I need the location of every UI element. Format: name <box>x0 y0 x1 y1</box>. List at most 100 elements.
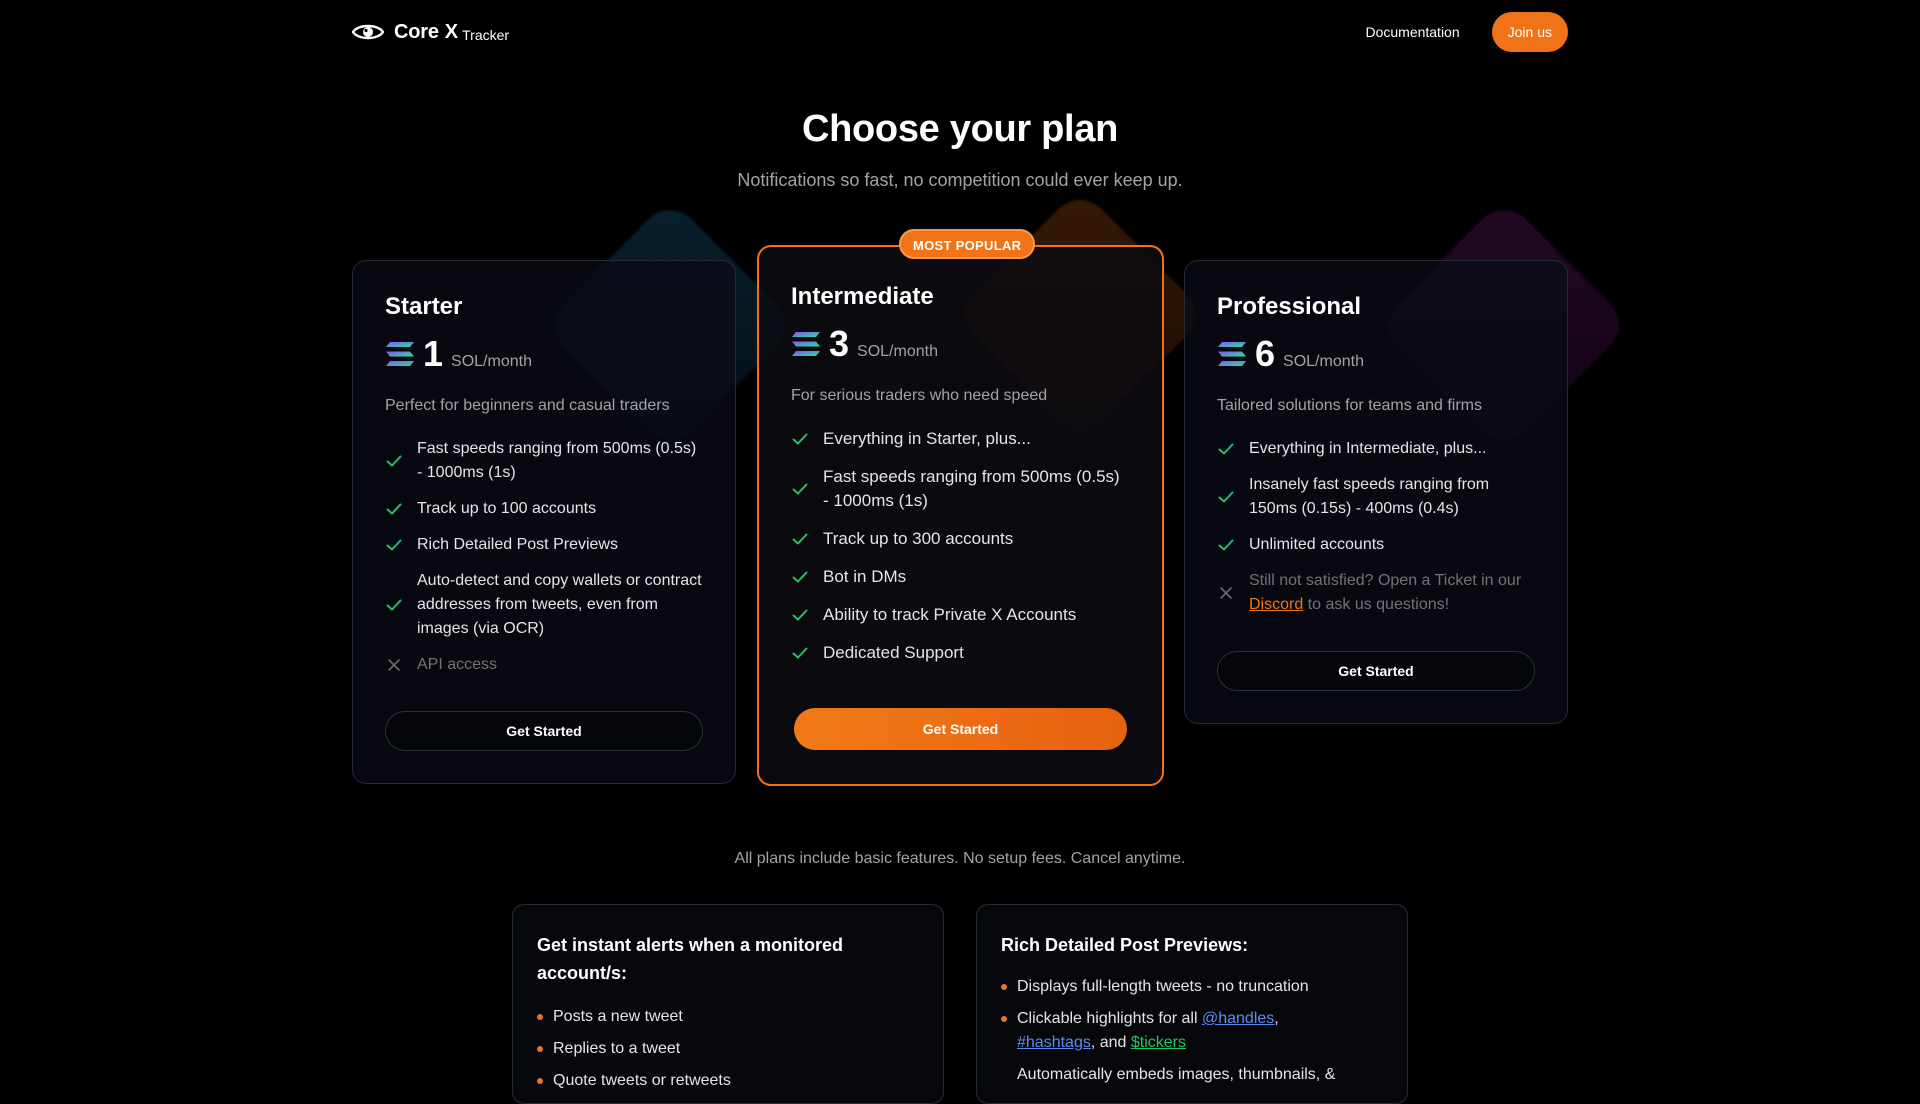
list-item: Replies to a tweet <box>537 1037 919 1061</box>
site-header: Core X Tracker Documentation Join us <box>352 12 1568 52</box>
feature-item: Insanely fast speeds ranging from 150ms … <box>1217 473 1535 521</box>
discord-link[interactable]: Discord <box>1249 596 1303 613</box>
brand-name-core: Core <box>394 20 439 43</box>
list-item-text: Replies to a tweet <box>553 1040 681 1057</box>
feature-text: Still not satisfied? Open a Ticket in ou… <box>1249 569 1535 617</box>
plan-card-starter: Starter 1 SOL/month Perfect for beginner… <box>352 260 736 784</box>
bullet-icon <box>1001 1016 1007 1022</box>
page-title: Choose your plan <box>801 108 1119 150</box>
plan-description: Perfect for beginners and casual traders <box>385 397 670 414</box>
handles-link[interactable]: @handles <box>1202 1010 1274 1027</box>
price-row: 3 SOL/month <box>791 323 1130 365</box>
list-item: Automatically embeds images, thumbnails,… <box>1001 1063 1383 1087</box>
info-list: Posts a new tweet Replies to a tweet Quo… <box>537 1005 919 1101</box>
feature-item: Auto-detect and copy wallets or contract… <box>385 569 703 641</box>
brand-logo[interactable]: Core X Tracker <box>352 21 509 44</box>
feature-item: Fast speeds ranging from 500ms (0.5s) - … <box>791 465 1130 513</box>
info-card-title: Get instant alerts when a monitored acco… <box>537 935 844 983</box>
feature-item: Bot in DMs <box>791 565 1130 589</box>
list-item-text: Displays full-length tweets - no truncat… <box>1017 978 1309 995</box>
plans-footer-note: All plans include basic features. No set… <box>734 850 1186 867</box>
separator-text: , and <box>1090 1034 1131 1051</box>
ticket-text-after: to ask us questions! <box>1303 596 1450 613</box>
check-icon <box>385 536 403 554</box>
list-item: Posts a new tweet <box>537 1005 919 1029</box>
highlights-text: Clickable highlights for all <box>1017 1010 1202 1027</box>
check-icon <box>385 452 403 470</box>
feature-text: Rich Detailed Post Previews <box>417 536 618 553</box>
list-item-text: Automatically embeds images, thumbnails,… <box>1017 1066 1336 1083</box>
check-icon <box>791 480 809 498</box>
feature-text: Fast speeds ranging from 500ms (0.5s) - … <box>823 467 1120 510</box>
check-icon <box>385 596 403 614</box>
get-started-button-intermediate[interactable]: Get Started <box>794 708 1127 750</box>
plan-description: For serious traders who need speed <box>791 387 1048 404</box>
solana-icon <box>386 342 414 366</box>
brand-name-tracker: Tracker <box>462 26 510 43</box>
x-icon <box>385 656 403 674</box>
info-card-previews: Rich Detailed Post Previews: Displays fu… <box>976 904 1408 1104</box>
ticket-text-before: Still not satisfied? Open a Ticket in ou… <box>1249 572 1522 589</box>
hashtags-link[interactable]: #hashtags <box>1017 1034 1091 1051</box>
list-item: Clickable highlights for all @handles, #h… <box>1001 1007 1383 1055</box>
price-unit: SOL/month <box>451 353 532 370</box>
feature-item: Everything in Starter, plus... <box>791 427 1130 451</box>
feature-text: Dedicated Support <box>823 643 964 662</box>
join-us-button[interactable]: Join us <box>1491 12 1568 52</box>
feature-item: Rich Detailed Post Previews <box>385 533 703 557</box>
page-subtitle: Notifications so fast, no competition co… <box>737 170 1183 190</box>
check-icon <box>791 606 809 624</box>
list-item-text: Posts a new tweet <box>553 1008 683 1025</box>
feature-item: Track up to 100 accounts <box>385 497 703 521</box>
top-nav: Documentation Join us <box>1365 12 1568 52</box>
price-row: 6 SOL/month <box>1217 333 1535 375</box>
price-unit: SOL/month <box>857 343 938 360</box>
x-icon <box>1217 584 1235 602</box>
plan-card-intermediate: MOST POPULAR Intermediate 3 SOL/month Fo… <box>757 229 1164 786</box>
solana-icon <box>1218 342 1246 366</box>
feature-text: Track up to 300 accounts <box>823 529 1014 548</box>
check-icon <box>791 644 809 662</box>
get-started-button-starter[interactable]: Get Started <box>385 711 703 751</box>
solana-icon <box>792 332 820 356</box>
list-item-text: Clickable highlights for all @handles, #h… <box>1017 1007 1279 1055</box>
check-icon <box>385 500 403 518</box>
feature-text: Track up to 100 accounts <box>417 500 597 517</box>
feature-item-disabled: API access <box>385 653 703 677</box>
info-card-alerts: Get instant alerts when a monitored acco… <box>512 904 944 1104</box>
list-item: Quote tweets or retweets <box>537 1069 919 1093</box>
plan-name: Intermediate <box>791 283 934 310</box>
feature-text: Unlimited accounts <box>1249 536 1385 553</box>
feature-text: Ability to track Private X Accounts <box>823 605 1077 624</box>
check-icon <box>1217 536 1235 554</box>
info-list: Displays full-length tweets - no truncat… <box>1001 975 1383 1095</box>
price-unit: SOL/month <box>1283 353 1364 370</box>
feature-item: Fast speeds ranging from 500ms (0.5s) - … <box>385 437 703 485</box>
feature-item: Track up to 300 accounts <box>791 527 1130 551</box>
feature-item: Dedicated Support <box>791 641 1130 665</box>
feature-list: Everything in Intermediate, plus... Insa… <box>1217 437 1535 617</box>
feature-text: Bot in DMs <box>823 567 907 586</box>
feature-list: Fast speeds ranging from 500ms (0.5s) - … <box>385 437 703 677</box>
feature-text: Everything in Intermediate, plus... <box>1249 440 1487 457</box>
plan-name: Starter <box>385 293 463 320</box>
check-icon <box>1217 440 1235 458</box>
plan-card-professional: Professional 6 SOL/month Tailored soluti… <box>1184 260 1568 724</box>
feature-item: Unlimited accounts <box>1217 533 1535 557</box>
documentation-link[interactable]: Documentation <box>1365 24 1459 40</box>
most-popular-badge: MOST POPULAR <box>899 229 1036 259</box>
bullet-icon <box>537 1046 543 1052</box>
list-item: Displays full-length tweets - no truncat… <box>1001 975 1383 999</box>
check-icon <box>791 530 809 548</box>
separator-text: , <box>1274 1010 1279 1027</box>
bullet-icon <box>537 1078 543 1084</box>
brand-name-x: X <box>444 20 459 43</box>
get-started-button-professional[interactable]: Get Started <box>1217 651 1535 691</box>
info-card-title: Rich Detailed Post Previews: <box>1001 935 1249 955</box>
feature-text: API access <box>417 656 498 673</box>
price-amount: 6 <box>1255 333 1276 374</box>
tickers-link[interactable]: $tickers <box>1131 1034 1186 1051</box>
check-icon <box>791 568 809 586</box>
feature-text: Everything in Starter, plus... <box>823 429 1031 448</box>
eye-icon <box>352 24 384 40</box>
